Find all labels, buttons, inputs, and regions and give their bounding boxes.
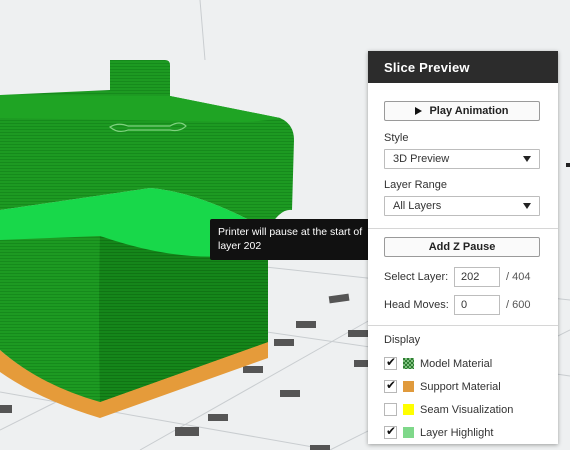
chevron-down-icon — [523, 156, 531, 162]
display-option-label: Model Material — [420, 357, 493, 370]
select-layer-total: / 404 — [506, 271, 531, 283]
pause-tooltip: Printer will pause at the start of layer… — [210, 219, 378, 260]
layer-range-label: Layer Range — [384, 179, 447, 191]
controls-section: Play Animation Style 3D Preview Layer Ra… — [368, 83, 558, 229]
display-checkbox[interactable] — [384, 403, 397, 416]
tooltip-line-1: Printer will pause at the start of — [218, 226, 363, 238]
style-select-value: 3D Preview — [393, 153, 450, 165]
play-icon — [415, 107, 423, 115]
panel-edge-tick — [566, 163, 570, 167]
select-layer-label: Select Layer: — [384, 271, 449, 283]
display-option-3[interactable]: Layer Highlight — [384, 421, 542, 444]
select-layer-input[interactable]: 202 — [454, 267, 500, 287]
display-checkbox[interactable] — [384, 378, 397, 393]
play-animation-label: Play Animation — [429, 105, 509, 117]
slice-preview-panel: Slice Preview Play Animation Style 3D Pr… — [368, 51, 558, 444]
display-option-1[interactable]: Support Material — [384, 375, 542, 398]
display-checkbox[interactable] — [384, 424, 397, 439]
display-section: Display Model Material Support Material Se… — [368, 326, 558, 444]
display-option-label: Seam Visualization — [420, 403, 514, 416]
style-label: Style — [384, 132, 409, 144]
tooltip-line-2: layer 202 — [218, 240, 262, 252]
color-swatch-icon — [403, 427, 414, 438]
head-moves-total: / 600 — [506, 299, 531, 311]
panel-title: Slice Preview — [368, 51, 558, 83]
display-checkbox[interactable] — [384, 355, 397, 370]
chevron-down-icon — [523, 203, 531, 209]
add-z-pause-button[interactable]: Add Z Pause — [384, 237, 540, 257]
layer-section: Add Z Pause Select Layer: 202 / 404 Head… — [368, 229, 558, 326]
head-moves-input[interactable]: 0 — [454, 295, 500, 315]
select-layer-row: Select Layer: 202 / 404 — [384, 267, 542, 287]
play-animation-button[interactable]: Play Animation — [384, 101, 540, 121]
add-z-pause-label: Add Z Pause — [428, 241, 496, 253]
display-option-label: Support Material — [420, 380, 501, 393]
display-label: Display — [384, 334, 421, 346]
display-options-list: Model Material Support Material Seam Visua… — [384, 352, 542, 444]
display-option-0[interactable]: Model Material — [384, 352, 542, 375]
head-moves-row: Head Moves: 0 / 600 — [384, 295, 542, 315]
layer-range-select-value: All Layers — [393, 200, 442, 212]
display-option-2[interactable]: Seam Visualization — [384, 398, 542, 421]
color-swatch-icon — [403, 404, 414, 415]
head-moves-label: Head Moves: — [384, 299, 449, 311]
color-swatch-icon — [403, 381, 414, 392]
color-swatch-icon — [403, 358, 414, 369]
style-select[interactable]: 3D Preview — [384, 149, 540, 169]
display-option-label: Layer Highlight — [420, 426, 494, 439]
layer-range-select[interactable]: All Layers — [384, 196, 540, 216]
